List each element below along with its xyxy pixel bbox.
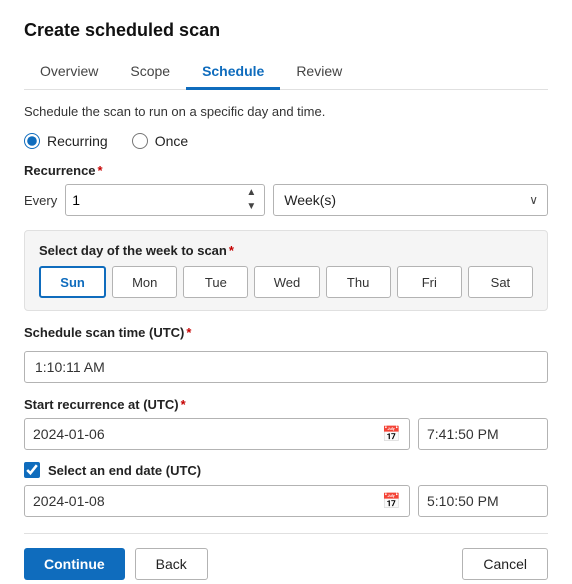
tab-overview[interactable]: Overview — [24, 57, 114, 90]
start-recurrence-section: Start recurrence at (UTC)* 2024-01-06 📅 — [24, 397, 548, 450]
day-sun-button[interactable]: Sun — [39, 266, 106, 298]
day-wed-button[interactable]: Wed — [254, 266, 319, 298]
day-of-week-panel: Select day of the week to scan* Sun Mon … — [24, 230, 548, 311]
recurrence-type-group: Recurring Once — [24, 133, 548, 149]
end-date-wrapper[interactable]: 2024-01-08 📅 — [24, 485, 410, 517]
period-select-wrapper: Week(s) Day(s) Month(s) ∨ — [273, 184, 548, 216]
recurrence-label: Recurrence* — [24, 163, 548, 178]
required-star: * — [98, 163, 103, 178]
start-date-text: 2024-01-06 — [33, 426, 376, 442]
start-date-wrapper[interactable]: 2024-01-06 📅 — [24, 418, 410, 450]
footer: Continue Back Cancel — [24, 533, 548, 580]
scan-time-section: Schedule scan time (UTC)* — [24, 325, 548, 383]
start-recurrence-label: Start recurrence at (UTC)* — [24, 397, 548, 412]
tab-scope[interactable]: Scope — [114, 57, 186, 90]
cancel-button[interactable]: Cancel — [462, 548, 548, 580]
scan-time-input[interactable] — [24, 351, 548, 383]
day-fri-button[interactable]: Fri — [397, 266, 462, 298]
every-number-wrapper[interactable]: ▲ ▼ — [65, 184, 265, 216]
subtitle-text: Schedule the scan to run on a specific d… — [24, 104, 548, 119]
start-calendar-icon[interactable]: 📅 — [382, 425, 401, 443]
end-date-text: 2024-01-08 — [33, 493, 376, 509]
back-button[interactable]: Back — [135, 548, 208, 580]
footer-left-buttons: Continue Back — [24, 548, 208, 580]
spin-buttons: ▲ ▼ — [244, 186, 258, 214]
day-sat-button[interactable]: Sat — [468, 266, 533, 298]
page-title: Create scheduled scan — [24, 20, 548, 41]
day-tue-button[interactable]: Tue — [183, 266, 248, 298]
day-mon-button[interactable]: Mon — [112, 266, 177, 298]
once-radio[interactable] — [132, 133, 148, 149]
period-select[interactable]: Week(s) Day(s) Month(s) — [273, 184, 548, 216]
spin-down-button[interactable]: ▼ — [244, 200, 258, 214]
every-number-input[interactable] — [72, 192, 240, 208]
tabs-bar: Overview Scope Schedule Review — [24, 57, 548, 90]
tab-review[interactable]: Review — [280, 57, 358, 90]
start-time-input[interactable] — [418, 418, 548, 450]
tab-schedule[interactable]: Schedule — [186, 57, 280, 90]
recurring-radio[interactable] — [24, 133, 40, 149]
once-label: Once — [155, 133, 188, 149]
end-date-section: Select an end date (UTC) 2024-01-08 📅 — [24, 462, 548, 517]
end-date-time-row: 2024-01-08 📅 — [24, 485, 548, 517]
start-date-time-row: 2024-01-06 📅 — [24, 418, 548, 450]
recurring-radio-label[interactable]: Recurring — [24, 133, 108, 149]
recurring-label: Recurring — [47, 133, 108, 149]
end-time-input[interactable] — [418, 485, 548, 517]
end-date-checkbox[interactable] — [24, 462, 40, 478]
end-calendar-icon[interactable]: 📅 — [382, 492, 401, 510]
end-date-checkbox-label[interactable]: Select an end date (UTC) — [48, 463, 201, 478]
end-date-checkbox-row: Select an end date (UTC) — [24, 462, 548, 478]
once-radio-label[interactable]: Once — [132, 133, 188, 149]
day-buttons-group: Sun Mon Tue Wed Thu Fri Sat — [39, 266, 533, 298]
day-thu-button[interactable]: Thu — [326, 266, 391, 298]
continue-button[interactable]: Continue — [24, 548, 125, 580]
every-label: Every — [24, 193, 57, 208]
scan-time-label: Schedule scan time (UTC)* — [24, 325, 548, 340]
every-row: Every ▲ ▼ Week(s) Day(s) Month(s) ∨ — [24, 184, 548, 216]
day-of-week-label: Select day of the week to scan* — [39, 243, 533, 258]
spin-up-button[interactable]: ▲ — [244, 186, 258, 200]
